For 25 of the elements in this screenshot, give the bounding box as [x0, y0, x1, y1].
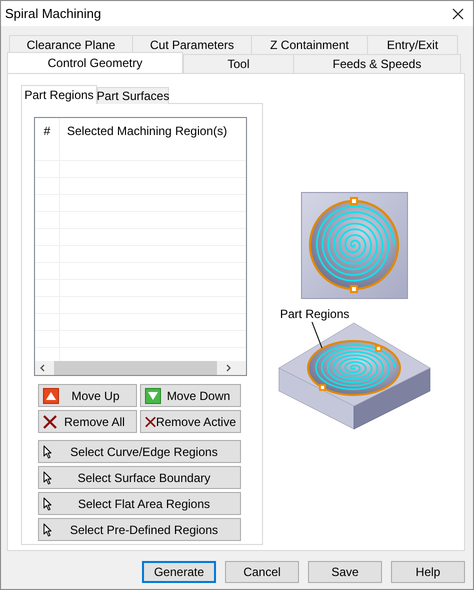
- list-button[interactable]: Remove All: [38, 410, 137, 433]
- dialog-button[interactable]: Cancel: [225, 561, 299, 583]
- window-title: Spiral Machining: [5, 6, 102, 21]
- callout-label: Part Regions: [280, 307, 350, 321]
- dialog-button[interactable]: Save: [308, 561, 382, 583]
- tab[interactable]: Tool: [183, 54, 293, 73]
- list-button[interactable]: Remove Active: [140, 410, 241, 433]
- dialog-button[interactable]: Generate: [142, 561, 216, 583]
- select-button[interactable]: Select Curve/Edge Regions: [38, 440, 241, 463]
- tab[interactable]: Entry/Exit: [367, 35, 458, 54]
- tab[interactable]: Z Containment: [251, 35, 367, 54]
- region-list[interactable]: # Selected Machining Region(s): [34, 117, 247, 376]
- dialog-button[interactable]: Help: [391, 561, 465, 583]
- tab[interactable]: Part Regions: [21, 85, 97, 104]
- tab[interactable]: Cut Parameters: [132, 35, 251, 54]
- tab[interactable]: Part Surfaces: [97, 87, 169, 104]
- tab[interactable]: Control Geometry: [7, 52, 183, 73]
- column-header: Selected Machining Region(s): [66, 124, 228, 138]
- list-button[interactable]: Move Down: [140, 384, 241, 407]
- select-button[interactable]: Select Flat Area Regions: [38, 492, 241, 515]
- column-header: #: [35, 118, 60, 144]
- tab[interactable]: Feeds & Speeds: [293, 54, 461, 73]
- select-button[interactable]: Select Surface Boundary: [38, 466, 241, 489]
- select-button[interactable]: Select Pre-Defined Regions: [38, 518, 241, 541]
- list-button[interactable]: Move Up: [38, 384, 137, 407]
